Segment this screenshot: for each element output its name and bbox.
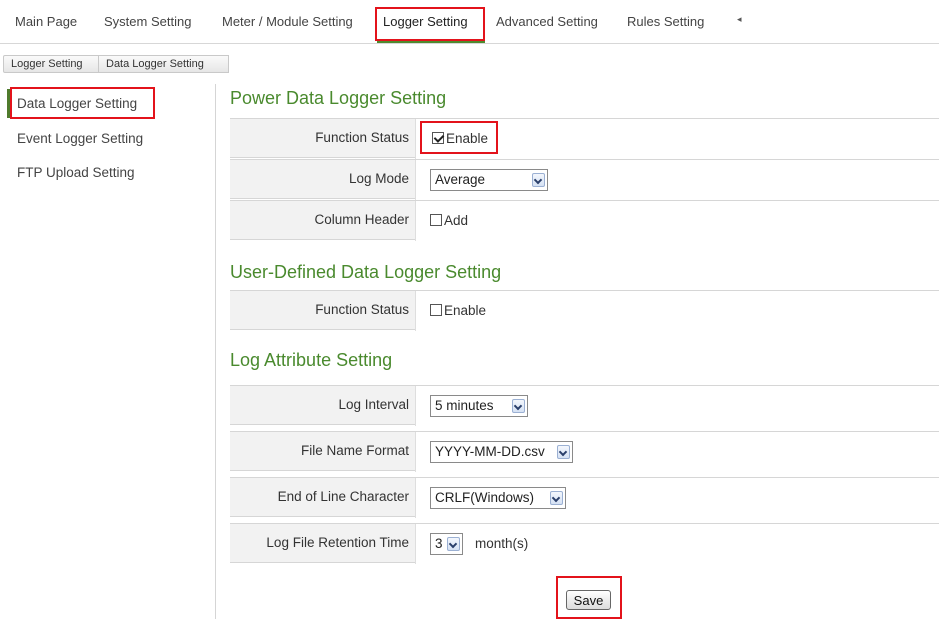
tab-system-setting[interactable]: System Setting xyxy=(104,14,191,29)
row-eol-character: End of Line Character CRLF(Windows) xyxy=(230,477,939,518)
tab-main-page[interactable]: Main Page xyxy=(15,14,77,29)
eol-select[interactable]: CRLF(Windows) xyxy=(430,487,566,509)
retention-select[interactable]: 3 xyxy=(430,533,463,555)
power-function-status-label: Function Status xyxy=(315,130,409,145)
file-name-format-select[interactable]: YYYY-MM-DD.csv xyxy=(430,441,573,463)
enable-checkbox[interactable] xyxy=(432,132,444,144)
power-function-status-enable[interactable]: Enable xyxy=(432,131,488,146)
row-user-function-status: Function Status Enable xyxy=(230,290,939,331)
section-title-user-logger: User-Defined Data Logger Setting xyxy=(230,262,502,282)
log-interval-label: Log Interval xyxy=(338,397,409,412)
row-column-header: Column Header Add xyxy=(230,200,939,241)
retention-label: Log File Retention Time xyxy=(266,535,409,550)
section-title-log-attribute: Log Attribute Setting xyxy=(230,350,393,370)
retention-unit: month(s) xyxy=(475,536,529,551)
chevron-down-icon[interactable] xyxy=(557,445,570,459)
chevron-down-icon[interactable] xyxy=(512,399,525,413)
breadcrumb: Logger Setting Data Logger Setting xyxy=(3,55,229,73)
breadcrumb-label: Data Logger Setting xyxy=(106,58,204,70)
file-name-format-label: File Name Format xyxy=(300,443,409,458)
eol-value: CRLF(Windows) xyxy=(435,490,535,505)
log-mode-value: Average xyxy=(435,172,486,187)
add-option-label: Add xyxy=(444,213,469,228)
user-function-status-label: Function Status xyxy=(315,302,409,317)
add-checkbox[interactable] xyxy=(430,214,442,226)
enable-option-label: Enable xyxy=(444,303,487,318)
sidebar-active-indicator xyxy=(7,89,12,118)
save-button[interactable]: Save xyxy=(566,590,611,610)
section-title-power-logger: Power Data Logger Setting xyxy=(230,88,447,108)
column-header-label: Column Header xyxy=(314,212,409,227)
enable-checkbox[interactable] xyxy=(430,304,442,316)
column-header-add[interactable]: Add xyxy=(430,213,468,228)
breadcrumb-item-data-logger-setting[interactable]: Data Logger Setting xyxy=(99,55,229,73)
active-tab-indicator xyxy=(377,40,485,43)
breadcrumb-item-logger-setting[interactable]: Logger Setting xyxy=(3,55,99,73)
sidebar-item-event-logger[interactable]: Event Logger Setting xyxy=(17,131,143,146)
breadcrumb-label: Logger Setting xyxy=(11,58,83,70)
tab-logger-setting[interactable]: Logger Setting xyxy=(383,14,468,29)
log-interval-select[interactable]: 5 minutes xyxy=(430,395,528,417)
log-mode-select[interactable]: Average xyxy=(430,169,548,191)
tab-advanced-setting[interactable]: Advanced Setting xyxy=(496,14,598,29)
log-interval-value: 5 minutes xyxy=(435,398,494,413)
tab-rules-setting[interactable]: Rules Setting xyxy=(627,14,704,29)
log-mode-label: Log Mode xyxy=(348,171,409,186)
eol-label: End of Line Character xyxy=(277,489,409,504)
row-log-mode: Log Mode Average xyxy=(230,159,939,200)
user-function-status-enable[interactable]: Enable xyxy=(430,303,486,318)
row-log-interval: Log Interval 5 minutes xyxy=(230,385,939,426)
top-navigation: Main Page System Setting Meter / Module … xyxy=(0,0,939,44)
row-file-name-format: File Name Format YYYY-MM-DD.csv xyxy=(230,431,939,472)
row-power-function-status: Function Status Enable xyxy=(230,118,939,159)
enable-option-label: Enable xyxy=(446,131,489,146)
sidebar-item-ftp-upload[interactable]: FTP Upload Setting xyxy=(17,165,135,180)
tab-meter-module-setting[interactable]: Meter / Module Setting xyxy=(222,14,353,29)
chevron-down-icon[interactable] xyxy=(532,173,545,187)
tab-scroll-left-icon[interactable]: ◂ xyxy=(737,14,742,25)
chevron-down-icon[interactable] xyxy=(550,491,563,505)
file-name-format-value: YYYY-MM-DD.csv xyxy=(435,444,545,459)
retention-value: 3 xyxy=(435,536,443,551)
chevron-down-icon[interactable] xyxy=(447,537,460,551)
sidebar-item-data-logger[interactable]: Data Logger Setting xyxy=(17,96,137,111)
row-retention-time: Log File Retention Time 3 month(s) xyxy=(230,523,939,564)
